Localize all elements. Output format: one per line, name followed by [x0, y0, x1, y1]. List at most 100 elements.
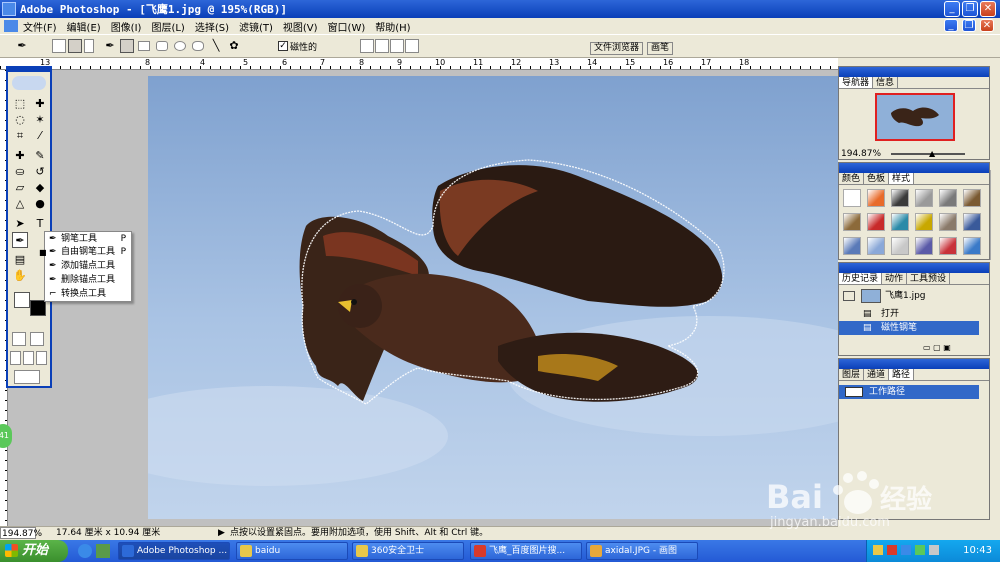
quick-mask-mode-icon[interactable]: [30, 332, 44, 346]
work-path-row[interactable]: 工作路径: [839, 385, 979, 399]
side-badge[interactable]: 41: [0, 424, 12, 448]
full-screen-mode-icon[interactable]: [36, 351, 47, 365]
style-swatch[interactable]: [963, 213, 981, 231]
ie-quicklaunch-icon[interactable]: [78, 544, 92, 558]
tab-layers[interactable]: 图层: [839, 369, 865, 380]
menu-file[interactable]: 文件(F): [18, 19, 62, 34]
zoom-slider-thumb-icon[interactable]: ▲: [929, 149, 935, 158]
style-swatch[interactable]: [915, 213, 933, 231]
zoom-slider-track[interactable]: [891, 153, 965, 155]
path-exclude-icon[interactable]: [405, 39, 419, 53]
flyout-freeform-pen-tool[interactable]: ■ ✒ 自由钢笔工具 P: [39, 246, 131, 259]
tray-icon[interactable]: [887, 545, 897, 555]
status-arrow-icon[interactable]: ▶: [218, 527, 225, 540]
paint-bucket-tool-icon[interactable]: ◆: [32, 180, 48, 196]
image-canvas[interactable]: [148, 76, 838, 519]
polygon-shape-icon[interactable]: [192, 41, 204, 51]
desktop-quicklaunch-icon[interactable]: [96, 544, 110, 558]
standard-mode-icon[interactable]: [12, 332, 26, 346]
flyout-pen-tool[interactable]: ✒ 钢笔工具 P: [45, 233, 131, 246]
crop-tool-icon[interactable]: ⌗: [12, 128, 28, 144]
tab-color[interactable]: 颜色: [839, 173, 865, 184]
navigator-thumbnail[interactable]: [875, 93, 955, 141]
brush-tool-icon[interactable]: ✎: [32, 148, 48, 164]
tab-info[interactable]: 信息: [873, 77, 899, 88]
fill-pixels-button[interactable]: [84, 39, 94, 53]
tab-styles[interactable]: 样式: [889, 173, 915, 184]
pen-tool-icon[interactable]: ✒: [12, 232, 28, 248]
doc-restore-button[interactable]: ❐: [962, 19, 976, 32]
style-swatch[interactable]: [867, 189, 885, 207]
pen-tool-option-icon[interactable]: ✒: [102, 38, 118, 54]
style-swatch[interactable]: [843, 213, 861, 231]
style-swatch[interactable]: [891, 213, 909, 231]
healing-brush-tool-icon[interactable]: ✚: [12, 148, 28, 164]
path-intersect-icon[interactable]: [390, 39, 404, 53]
tab-paths[interactable]: 路径: [889, 369, 915, 380]
dodge-tool-icon[interactable]: ●: [32, 196, 48, 212]
volume-icon[interactable]: [929, 545, 939, 555]
shape-layers-button[interactable]: [52, 39, 66, 53]
history-step-magnetic-pen[interactable]: ▤ 磁性钢笔: [839, 321, 979, 335]
magnetic-checkbox[interactable]: ✓: [278, 41, 288, 51]
close-button[interactable]: ✕: [980, 1, 996, 17]
lasso-tool-icon[interactable]: ◌: [12, 112, 28, 128]
style-swatch[interactable]: [843, 237, 861, 255]
full-screen-menu-mode-icon[interactable]: [23, 351, 34, 365]
styles-scrollbar[interactable]: [990, 170, 1000, 260]
blur-tool-icon[interactable]: △: [12, 196, 28, 212]
move-tool-icon[interactable]: ✚: [32, 96, 48, 112]
eraser-tool-icon[interactable]: ▱: [12, 180, 28, 196]
restore-button[interactable]: ❐: [962, 1, 978, 17]
doc-minimize-button[interactable]: _: [944, 19, 958, 32]
clone-stamp-tool-icon[interactable]: ⛀: [12, 164, 28, 180]
file-browser-tab[interactable]: 文件浏览器: [590, 42, 644, 55]
status-zoom-field[interactable]: 194.87%: [0, 527, 42, 539]
menu-layer[interactable]: 图层(L): [146, 19, 189, 34]
doc-close-button[interactable]: ✕: [980, 19, 994, 32]
style-swatch[interactable]: [939, 237, 957, 255]
navigator-zoom-value[interactable]: 194.87%: [841, 149, 881, 159]
flyout-convert-point-tool[interactable]: ⌐ 转换点工具: [45, 288, 131, 301]
menu-image[interactable]: 图像(I): [106, 19, 147, 34]
history-step-open[interactable]: ▤ 打开: [839, 307, 979, 321]
path-selection-tool-icon[interactable]: ➤: [12, 216, 28, 232]
type-tool-icon[interactable]: T: [32, 216, 48, 232]
notes-tool-icon[interactable]: ▤: [12, 252, 28, 268]
style-swatch[interactable]: [963, 189, 981, 207]
freeform-pen-option-icon[interactable]: [120, 39, 134, 53]
clock[interactable]: 10:43: [963, 540, 992, 562]
path-combine-icon[interactable]: [360, 39, 374, 53]
style-swatch[interactable]: [915, 189, 933, 207]
style-swatch[interactable]: [939, 213, 957, 231]
photoshop-eye-logo[interactable]: [12, 76, 46, 90]
tray-icon[interactable]: [873, 545, 883, 555]
tab-tool-presets[interactable]: 工具预设: [907, 273, 951, 284]
foreground-color-swatch[interactable]: [14, 292, 30, 308]
minimize-button[interactable]: _: [944, 1, 960, 17]
line-shape-icon[interactable]: ╲: [208, 38, 224, 54]
flyout-add-anchor-tool[interactable]: ✒ 添加锚点工具: [45, 260, 131, 273]
magic-wand-tool-icon[interactable]: ✶: [32, 112, 48, 128]
style-swatch[interactable]: [843, 189, 861, 207]
style-swatch[interactable]: [915, 237, 933, 255]
ellipse-shape-icon[interactable]: [174, 41, 186, 51]
style-swatch[interactable]: [867, 213, 885, 231]
brushes-tab[interactable]: 画笔: [647, 42, 674, 55]
custom-shape-icon[interactable]: ✿: [226, 38, 242, 54]
menu-window[interactable]: 窗口(W): [323, 19, 371, 34]
start-button[interactable]: 开始: [0, 540, 68, 562]
rectangle-shape-icon[interactable]: [138, 41, 150, 51]
paths-mode-button[interactable]: [68, 39, 82, 53]
freeform-pen-preset-icon[interactable]: ✒: [14, 38, 30, 54]
jump-to-imageready-icon[interactable]: [14, 370, 40, 384]
style-swatch[interactable]: [939, 189, 957, 207]
hand-tool-icon[interactable]: ✋: [12, 268, 28, 284]
background-color-swatch[interactable]: [30, 300, 46, 316]
tray-icon[interactable]: [901, 545, 911, 555]
slice-tool-icon[interactable]: ⁄: [32, 128, 48, 144]
taskbar-task[interactable]: baidu: [236, 542, 348, 560]
marquee-tool-icon[interactable]: ⬚: [12, 96, 28, 112]
tab-swatches[interactable]: 色板: [864, 173, 890, 184]
taskbar-task[interactable]: axidal.JPG - 画图: [586, 542, 698, 560]
